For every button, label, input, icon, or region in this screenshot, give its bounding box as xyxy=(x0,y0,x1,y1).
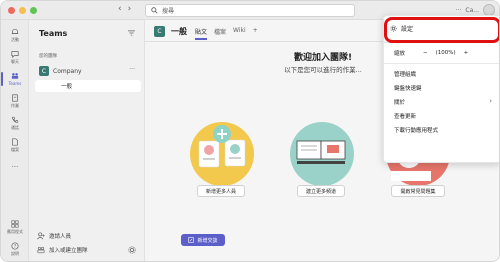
window-controls xyxy=(8,7,37,14)
add-tab-button[interactable]: + xyxy=(253,27,258,40)
rail-teams[interactable]: Teams xyxy=(1,68,29,90)
add-people-button[interactable]: 新增更多人員 xyxy=(197,185,245,197)
rail-label: 通話 xyxy=(11,124,19,130)
channel-item-general[interactable]: 一般 xyxy=(35,80,141,92)
tab-wiki[interactable]: Wiki xyxy=(233,27,246,40)
add-person-icon xyxy=(37,232,45,240)
create-channels-illustration xyxy=(290,122,354,186)
forward-arrow-icon[interactable]: › xyxy=(128,5,132,14)
rail-apps[interactable]: 應用程式 xyxy=(1,216,29,238)
team-item-company[interactable]: C Company ··· xyxy=(35,64,141,78)
team-name: Company xyxy=(53,67,82,75)
filter-icon[interactable] xyxy=(128,30,135,36)
your-teams-heading: 您的團隊 xyxy=(39,54,57,59)
zoom-label: 縮放 xyxy=(394,51,406,57)
close-window-button[interactable] xyxy=(8,7,15,14)
rail-label: Teams xyxy=(8,81,22,86)
rail-label: 應用程式 xyxy=(7,228,23,234)
more-icon: ··· xyxy=(11,163,19,171)
rail-label: 檔案 xyxy=(11,146,19,152)
history-navigation: ‹ › xyxy=(118,5,131,14)
search-input[interactable]: 搜尋 xyxy=(145,4,355,17)
tab-posts[interactable]: 貼文 xyxy=(195,27,208,40)
phone-icon xyxy=(11,116,19,123)
search-placeholder: 搜尋 xyxy=(162,8,175,15)
join-label: 加入或建立團隊 xyxy=(49,248,88,254)
new-conversation-label: 新增交談 xyxy=(197,237,218,244)
rail-files[interactable]: 檔案 xyxy=(1,134,29,156)
menu-item-keyboard-shortcuts[interactable]: 鍵盤快速鍵 xyxy=(394,84,422,92)
team-avatar: C xyxy=(39,66,49,76)
titlebar-org-name: Ca... xyxy=(465,6,479,14)
settings-highlight-annotation xyxy=(384,17,499,43)
zoom-control: 縮放 − (100%) + xyxy=(394,49,498,57)
menu-item-download-mobile[interactable]: 下載行動應用程式 xyxy=(394,126,438,134)
file-icon xyxy=(12,137,18,146)
add-people-illustration xyxy=(190,122,254,186)
rail-label: 活動 xyxy=(11,36,19,42)
app-rail: 活動 聊天 Teams 作業 通話 檔案 ··· 應用程式 ? 說明 xyxy=(1,20,29,261)
minimize-window-button[interactable] xyxy=(19,7,26,14)
channel-tabs: 貼文 檔案 Wiki + xyxy=(195,27,258,40)
assignments-icon xyxy=(12,93,18,102)
rail-more[interactable]: ··· xyxy=(1,156,29,178)
menu-divider xyxy=(384,63,499,64)
panel-title: Teams xyxy=(39,29,68,38)
zoom-out-button[interactable]: − xyxy=(423,50,428,56)
team-more-icon[interactable]: ··· xyxy=(129,66,135,73)
open-faq-button[interactable]: 開啟常見問題集 xyxy=(391,185,445,197)
search-icon xyxy=(151,7,158,14)
rail-help[interactable]: ? 說明 xyxy=(1,238,29,260)
menu-item-manage-org[interactable]: 管理組織 xyxy=(394,70,416,78)
rail-label: 說明 xyxy=(11,250,19,256)
new-conversation-button[interactable]: 新增交談 xyxy=(181,234,225,246)
chevron-right-icon: › xyxy=(489,97,492,105)
titlebar-more-icon[interactable]: ··· xyxy=(456,7,462,14)
channel-team-avatar: C xyxy=(154,26,165,37)
menu-item-check-updates[interactable]: 查看更新 xyxy=(394,112,416,120)
gear-icon[interactable] xyxy=(128,246,136,254)
rail-assignments[interactable]: 作業 xyxy=(1,90,29,112)
channel-title: 一般 xyxy=(171,27,187,36)
zoom-in-button[interactable]: + xyxy=(464,50,469,56)
tab-files[interactable]: 檔案 xyxy=(214,27,226,40)
back-arrow-icon[interactable]: ‹ xyxy=(118,5,122,14)
join-create-team-button[interactable]: 加入或建立團隊 xyxy=(37,246,88,254)
rail-label: 作業 xyxy=(11,102,19,108)
teams-list-panel: Teams 您的團隊 C Company ··· 一般 邀請人員 加入或建立團隊 xyxy=(29,20,145,261)
zoom-window-button[interactable] xyxy=(30,7,37,14)
invite-people-button[interactable]: 邀請人員 xyxy=(37,232,71,240)
rail-label: 聊天 xyxy=(11,58,19,64)
teams-window: ‹ › 搜尋 ··· Ca... 活動 聊天 Teams 作業 通話 檔案 ··… xyxy=(0,0,500,262)
help-icon: ? xyxy=(11,241,19,249)
rail-activity[interactable]: 活動 xyxy=(1,24,29,46)
teams-icon xyxy=(11,73,19,79)
zoom-value: (100%) xyxy=(435,50,456,56)
create-channels-button[interactable]: 建立更多頻道 xyxy=(297,185,345,197)
menu-item-about[interactable]: 關於 xyxy=(394,98,405,106)
chat-icon xyxy=(11,50,19,58)
compose-icon xyxy=(188,237,195,243)
invite-label: 邀請人員 xyxy=(49,234,72,240)
rail-calls[interactable]: 通話 xyxy=(1,112,29,134)
rail-chat[interactable]: 聊天 xyxy=(1,46,29,68)
bell-icon xyxy=(11,28,19,34)
teams-join-icon xyxy=(37,246,45,254)
apps-icon xyxy=(11,219,19,228)
